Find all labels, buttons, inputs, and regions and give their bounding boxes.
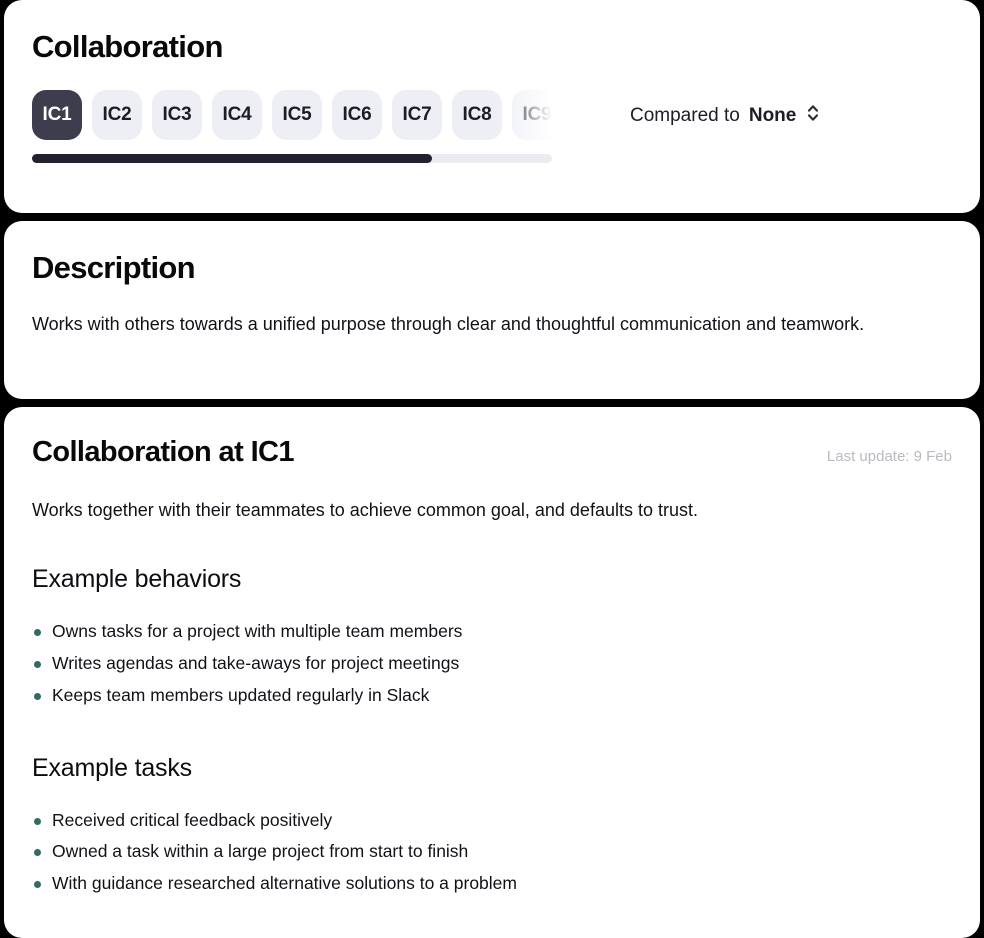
example-behaviors-heading: Example behaviors [32,564,242,593]
description-body: Works with others towards a unified purp… [32,314,865,335]
level-tab-ic6[interactable]: IC6 [332,90,382,141]
example-tasks-heading: Example tasks [32,753,192,782]
level-tab-ic4[interactable]: IC4 [212,90,262,141]
list-item: Owned a task within a large project from… [32,836,952,868]
compared-to-select[interactable]: Compared to None [630,102,821,130]
level-tabs[interactable]: IC1 IC2 IC3 IC4 IC5 IC6 IC7 IC8 IC9 [32,90,552,141]
detail-header: Collaboration at IC1 Last update: 9 Feb [32,436,952,469]
levels-scrollbar-thumb[interactable] [32,154,433,164]
bullet-dot-icon [34,692,41,700]
levels-row: IC1 IC2 IC3 IC4 IC5 IC6 IC7 IC8 IC9 Compared to … [32,90,952,164]
bullet-dot-icon [34,817,41,825]
detail-card: Collaboration at IC1 Last update: 9 Feb … [4,407,980,938]
level-tab-ic2[interactable]: IC2 [92,90,142,141]
compared-to-value: None [748,105,797,127]
levels-scrollbar[interactable] [32,154,552,164]
level-tab-ic7[interactable]: IC7 [392,90,442,141]
list-item-label: Owns tasks for a project with multiple t… [52,620,463,641]
list-item: Keeps team members updated regularly in … [32,680,952,712]
detail-title: Collaboration at IC1 [32,436,295,468]
example-behaviors-list: Owns tasks for a project with multiple t… [32,616,952,712]
detail-intro: Works together with their teammates to a… [32,499,698,520]
list-item-label: Owned a task within a large project from… [52,841,469,862]
list-item: With guidance researched alternative sol… [32,868,952,900]
level-tab-ic5[interactable]: IC5 [272,90,322,141]
list-item: Writes agendas and take-aways for projec… [32,648,952,680]
level-tab-ic9[interactable]: IC9 [512,90,552,141]
bullet-dot-icon [34,881,41,889]
list-item-label: Keeps team members updated regularly in … [52,684,430,705]
list-item-label: With guidance researched alternative sol… [52,873,517,894]
list-item-label: Received critical feedback positively [52,809,333,830]
description-card: Description Works with others towards a … [4,221,980,399]
level-tab-ic8[interactable]: IC8 [452,90,502,141]
level-tab-ic3[interactable]: IC3 [152,90,202,141]
example-tasks-list: Received critical feedback positively Own… [32,805,952,901]
description-title: Description [32,250,196,285]
chevron-up-down-icon[interactable] [805,102,821,130]
page-root: Collaboration IC1 IC2 IC3 IC4 IC5 IC6 IC7 IC8 IC… [0,0,984,938]
page-title: Collaboration [32,29,223,64]
bullet-dot-icon [34,849,41,857]
list-item: Owns tasks for a project with multiple t… [32,616,952,648]
last-update-text: Last update: 9 Feb [826,448,952,465]
list-item: Received critical feedback positively [32,805,952,837]
list-item-label: Writes agendas and take-aways for projec… [52,652,460,673]
levels-card: Collaboration IC1 IC2 IC3 IC4 IC5 IC6 IC7 IC8 IC… [4,0,980,213]
level-tab-ic1[interactable]: IC1 [32,90,82,141]
compared-to-label: Compared to [630,105,740,127]
levels-scroll-wrapper: IC1 IC2 IC3 IC4 IC5 IC6 IC7 IC8 IC9 [32,90,552,164]
bullet-dot-icon [34,628,41,636]
bullet-dot-icon [34,660,41,668]
